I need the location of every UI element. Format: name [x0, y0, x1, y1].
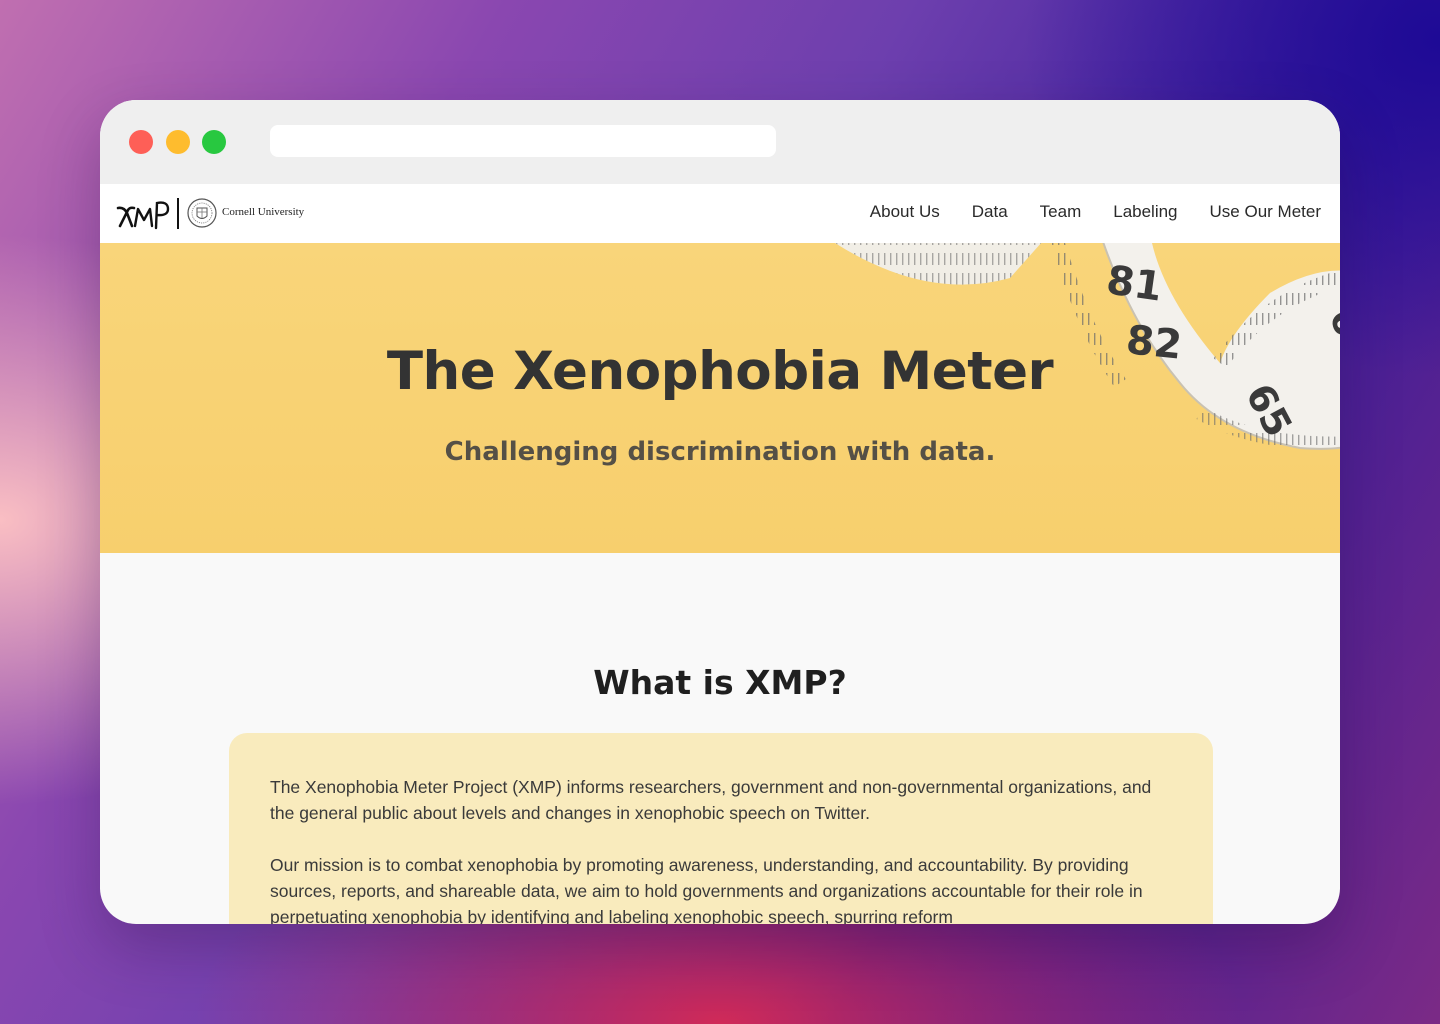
- about-card: The Xenophobia Meter Project (XMP) infor…: [229, 733, 1213, 924]
- logo-divider: [177, 198, 179, 229]
- nav-data[interactable]: Data: [972, 202, 1008, 222]
- nav-labeling[interactable]: Labeling: [1113, 202, 1177, 222]
- cornell-seal-icon: [187, 198, 217, 228]
- browser-chrome: [100, 100, 1340, 184]
- maximize-window-button[interactable]: [202, 130, 226, 154]
- hero-subtitle: Challenging discrimination with data.: [444, 437, 996, 467]
- nav-about-us[interactable]: About Us: [870, 202, 940, 222]
- nav-team[interactable]: Team: [1040, 202, 1082, 222]
- close-window-button[interactable]: [129, 130, 153, 154]
- main-nav: About Us Data Team Labeling Use Our Mete…: [870, 202, 1321, 222]
- about-paragraph: The Xenophobia Meter Project (XMP) infor…: [270, 777, 1152, 823]
- nav-use-our-meter[interactable]: Use Our Meter: [1210, 202, 1321, 222]
- address-bar[interactable]: [270, 125, 776, 157]
- hero-title: The Xenophobia Meter: [386, 341, 1054, 402]
- xmp-logo[interactable]: [116, 198, 172, 230]
- site-navbar: Cornell University About Us Data Team La…: [100, 184, 1340, 243]
- about-paragraph: Our mission is to combat xenophobia by p…: [270, 855, 1143, 924]
- partner-name: Cornell University: [222, 206, 305, 218]
- hero-banner: 81 82 65 64 The Xenophobia Meter Challen…: [100, 243, 1340, 553]
- about-section-title: What is XMP?: [593, 663, 847, 702]
- tape-number: 81: [1104, 257, 1166, 310]
- minimize-window-button[interactable]: [166, 130, 190, 154]
- browser-window: Cornell University About Us Data Team La…: [100, 100, 1340, 924]
